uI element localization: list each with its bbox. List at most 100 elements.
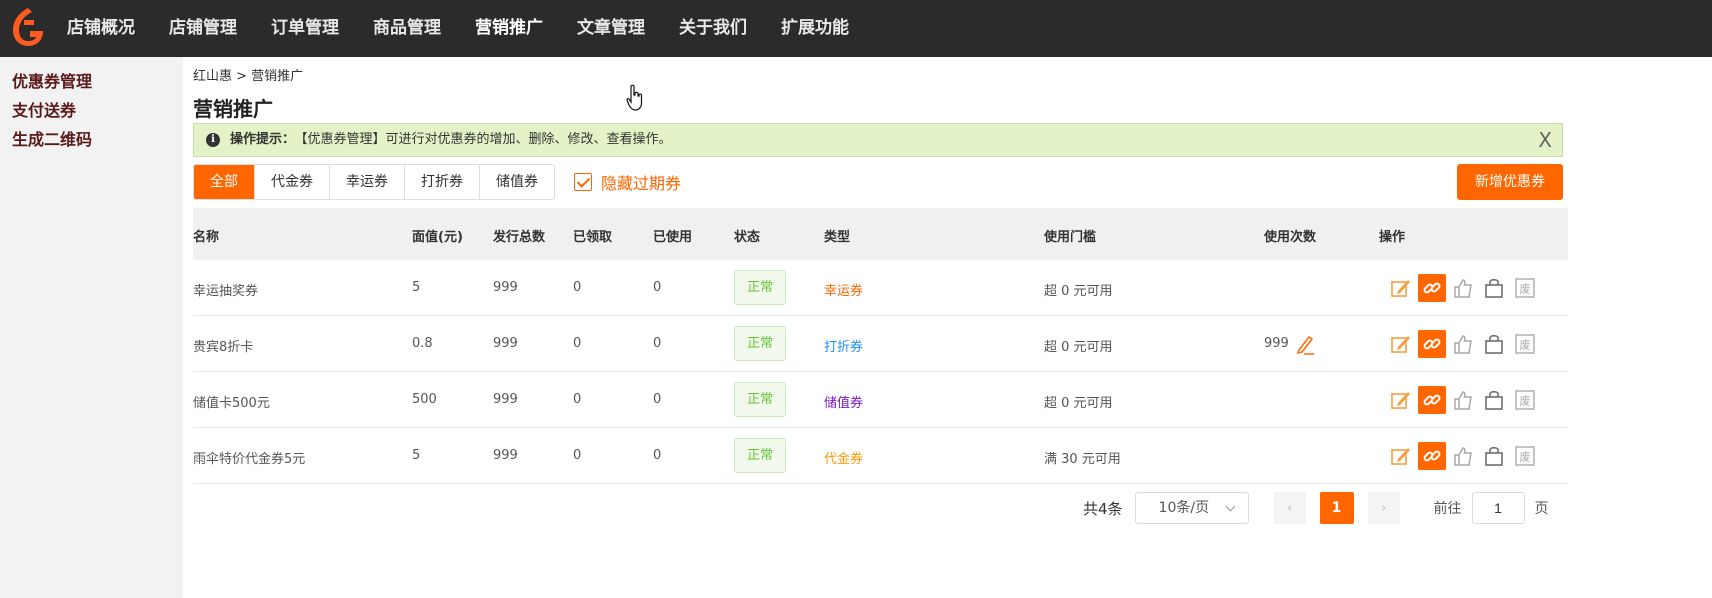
link-icon[interactable] (1418, 442, 1446, 470)
col-header-status: 状态 (734, 230, 761, 245)
hide-expired-checkbox[interactable] (574, 173, 592, 191)
cell-used: 0 (653, 280, 662, 295)
nav-item-articles[interactable]: 文章管理 (560, 0, 662, 57)
void-icon[interactable]: 废 (1511, 330, 1539, 358)
thumb-up-icon[interactable] (1449, 386, 1477, 414)
cell-used: 0 (653, 448, 662, 463)
cell-times: 999 (1264, 336, 1289, 351)
void-icon[interactable]: 废 (1511, 442, 1539, 470)
cell-threshold: 超 0 元可用 (1044, 396, 1113, 411)
cell-used: 0 (653, 336, 662, 351)
nav-item-extensions[interactable]: 扩展功能 (764, 0, 866, 57)
pagination: 共4条 10条/页 ‹ 1 › 前往 页 (1083, 491, 1549, 525)
svg-text:废: 废 (1520, 282, 1531, 296)
shopping-bag-icon[interactable] (1480, 386, 1508, 414)
link-icon[interactable] (1418, 386, 1446, 414)
nav-item-store[interactable]: 店铺管理 (152, 0, 254, 57)
nav-item-orders[interactable]: 订单管理 (254, 0, 356, 57)
cell-type: 储值券 (824, 396, 864, 411)
status-badge: 正常 (734, 438, 786, 473)
coupon-type-tabs: 全部 代金券 幸运券 打折券 储值券 (193, 164, 555, 200)
edit-icon[interactable] (1387, 330, 1415, 358)
table-row: 雨伞特价代金券5元 5 999 0 0 正常 代金券 满 30 元可用 废 (193, 428, 1568, 484)
cell-type: 代金券 (824, 452, 864, 467)
goto-page-input[interactable] (1471, 492, 1525, 524)
cell-value: 0.8 (412, 336, 433, 351)
shopping-bag-icon[interactable] (1480, 330, 1508, 358)
status-badge: 正常 (734, 326, 786, 361)
edit-icon[interactable] (1387, 442, 1415, 470)
thumb-up-icon[interactable] (1449, 330, 1477, 358)
tab-lucky[interactable]: 幸运券 (330, 165, 405, 199)
cell-value: 500 (412, 392, 437, 407)
row-actions: 废 (1387, 274, 1542, 302)
tab-voucher[interactable]: 代金券 (255, 165, 330, 199)
tab-all[interactable]: 全部 (194, 165, 255, 199)
page-number-current[interactable]: 1 (1319, 492, 1354, 524)
thumb-up-icon[interactable] (1449, 442, 1477, 470)
nav-item-marketing[interactable]: 营销推广 (458, 0, 560, 57)
status-badge: 正常 (734, 382, 786, 417)
next-page-button[interactable]: › (1367, 492, 1400, 524)
total-count: 共4条 (1083, 499, 1123, 518)
table-row: 幸运抽奖券 5 999 0 0 正常 幸运券 超 0 元可用 废 (193, 260, 1568, 316)
cell-received: 0 (573, 336, 582, 351)
goto-unit: 页 (1534, 501, 1549, 517)
sidebar-item-qrcode[interactable]: 生成二维码 (0, 125, 183, 154)
tip-text: 【优惠券管理】可进行对优惠券的增加、删除、修改、查看操作。 (301, 132, 672, 147)
thumb-up-icon[interactable] (1449, 274, 1477, 302)
cell-total: 999 (493, 448, 518, 463)
top-navbar: 店铺概况 店铺管理 订单管理 商品管理 营销推广 文章管理 关于我们 扩展功能 (0, 0, 1712, 57)
hand-cursor-icon (626, 84, 643, 111)
cell-name: 雨伞特价代金券5元 (193, 452, 306, 467)
void-icon[interactable]: 废 (1511, 274, 1539, 302)
cell-received: 0 (573, 448, 582, 463)
cell-type: 幸运券 (824, 284, 864, 299)
nav-item-overview[interactable]: 店铺概况 (50, 0, 152, 57)
sidebar-item-coupon-management[interactable]: 优惠券管理 (0, 67, 183, 96)
cell-value: 5 (412, 448, 421, 463)
page-size-select[interactable]: 10条/页 (1134, 492, 1249, 524)
cell-value: 5 (412, 280, 421, 295)
nav-item-about[interactable]: 关于我们 (662, 0, 764, 57)
col-header-threshold: 使用门槛 (1044, 230, 1097, 245)
nav-item-products[interactable]: 商品管理 (356, 0, 458, 57)
row-actions: 废 (1387, 330, 1542, 358)
cell-total: 999 (493, 280, 518, 295)
tab-stored-value[interactable]: 储值券 (480, 165, 554, 199)
coupon-table: 名称 面值(元) 发行总数 已领取 已使用 状态 类型 使用门槛 使用次数 操作… (193, 208, 1568, 484)
col-header-used: 已使用 (653, 230, 693, 245)
table-row: 贵宾8折卡 0.8 999 0 0 正常 打折券 超 0 元可用 999 废 (193, 316, 1568, 372)
hide-expired-label: 隐藏过期券 (601, 174, 682, 193)
breadcrumb: 红山惠 > 营销推广 (193, 69, 304, 84)
col-header-value: 面值(元) (412, 230, 463, 245)
cell-received: 0 (573, 392, 582, 407)
tab-discount[interactable]: 打折券 (405, 165, 480, 199)
edit-icon[interactable] (1387, 274, 1415, 302)
col-header-times: 使用次数 (1264, 230, 1317, 245)
add-coupon-button[interactable]: 新增优惠券 (1457, 164, 1563, 200)
void-icon[interactable]: 废 (1511, 386, 1539, 414)
cell-total: 999 (493, 392, 518, 407)
shopping-bag-icon[interactable] (1480, 274, 1508, 302)
edit-icon[interactable] (1387, 386, 1415, 414)
svg-text:废: 废 (1520, 394, 1531, 408)
operation-tip: i 操作提示： 【优惠券管理】可进行对优惠券的增加、删除、修改、查看操作。 X (193, 123, 1563, 157)
svg-text:废: 废 (1520, 338, 1531, 352)
col-header-actions: 操作 (1379, 230, 1406, 245)
cell-threshold: 超 0 元可用 (1044, 284, 1113, 299)
tip-close-button[interactable]: X (1538, 124, 1552, 156)
hide-expired-toggle[interactable]: 隐藏过期券 (574, 170, 681, 194)
prev-page-button[interactable]: ‹ (1273, 492, 1306, 524)
link-icon[interactable] (1418, 274, 1446, 302)
page-title: 营销推广 (193, 97, 273, 121)
link-icon[interactable] (1418, 330, 1446, 358)
cell-used: 0 (653, 392, 662, 407)
svg-text:废: 废 (1520, 450, 1531, 464)
sidebar-item-payment-gift[interactable]: 支付送券 (0, 96, 183, 125)
status-badge: 正常 (734, 270, 786, 305)
shopping-bag-icon[interactable] (1480, 442, 1508, 470)
pen-icon[interactable] (1295, 334, 1315, 356)
info-icon: i (206, 133, 220, 147)
logo-icon[interactable] (10, 6, 46, 48)
